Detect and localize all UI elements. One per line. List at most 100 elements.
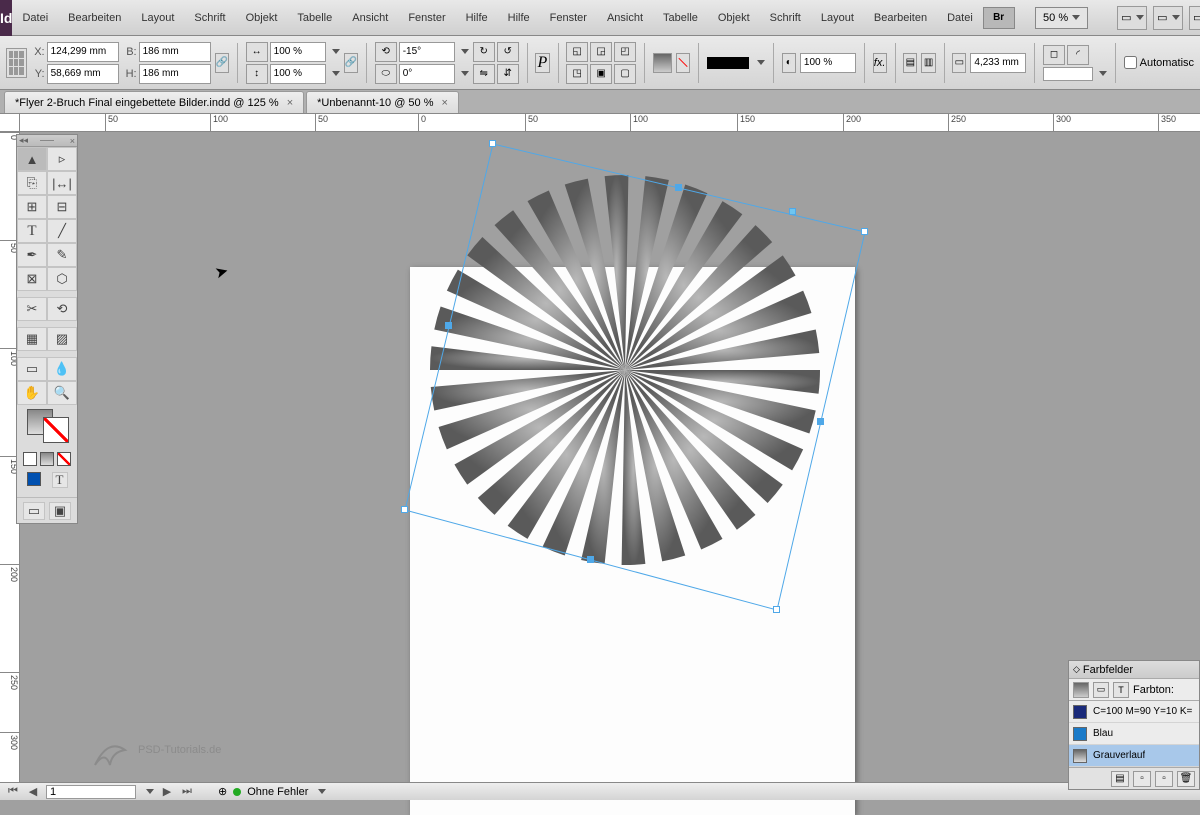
menu-hilfe[interactable]: Hilfe: [498, 0, 540, 36]
reference-point[interactable]: [6, 48, 27, 78]
stroke-weight-bar[interactable]: [707, 57, 750, 69]
auto-fit-checkbox[interactable]: Automatisc: [1124, 56, 1194, 69]
menu-layout[interactable]: Layout: [131, 0, 184, 36]
stroke-weight-input[interactable]: [970, 53, 1026, 73]
last-page-icon[interactable]: ⏭: [180, 785, 194, 799]
text-format-icon[interactable]: T: [1113, 682, 1129, 698]
stroke-style[interactable]: [1043, 67, 1093, 81]
delete-swatch-icon[interactable]: 🗑: [1177, 771, 1195, 787]
hand-tool[interactable]: ✋: [17, 381, 47, 405]
ruler-origin[interactable]: [0, 114, 20, 132]
prev-page-icon[interactable]: ◀: [26, 785, 40, 799]
effects-icon[interactable]: fx.: [873, 53, 887, 73]
x-input[interactable]: [47, 42, 119, 62]
gradient-fill-icon[interactable]: [40, 452, 54, 466]
menu-fenster[interactable]: Fenster: [540, 0, 597, 36]
menu-ansicht[interactable]: Ansicht: [342, 0, 398, 36]
gradient-swatch-tool[interactable]: ▦: [17, 327, 47, 351]
menu-schrift[interactable]: Schrift: [760, 0, 811, 36]
menu-layout[interactable]: Layout: [811, 0, 864, 36]
wrap-none-icon[interactable]: ▤: [903, 53, 917, 73]
corner-icon[interactable]: ◻: [1043, 45, 1065, 65]
swatch-row[interactable]: Blau: [1069, 723, 1199, 745]
screen-mode-button[interactable]: ▭: [1117, 6, 1147, 30]
content-collector-tool[interactable]: ⊞: [17, 195, 47, 219]
select-prev-icon[interactable]: ◰: [614, 42, 636, 62]
next-page-icon[interactable]: ▶: [160, 785, 174, 799]
apply-color-icon[interactable]: [27, 472, 41, 486]
fill-stroke-toggle[interactable]: [1073, 682, 1089, 698]
arrange-button[interactable]: ▭: [1153, 6, 1183, 30]
rectangle-frame-tool[interactable]: ⊠: [17, 267, 47, 291]
constrain-scale-icon[interactable]: 🔗: [344, 53, 358, 73]
tab-2[interactable]: *Unbenannt-10 @ 50 %×: [306, 91, 459, 113]
flip-v-icon[interactable]: ⇵: [497, 64, 519, 84]
select-container-icon[interactable]: ◱: [566, 42, 588, 62]
preflight-status[interactable]: Ohne Fehler: [247, 786, 308, 798]
gradient-feather-tool[interactable]: ▨: [47, 327, 77, 351]
menu-objekt[interactable]: Objekt: [236, 0, 288, 36]
tab-1[interactable]: *Flyer 2-Bruch Final eingebettete Bilder…: [4, 91, 304, 113]
menu-datei[interactable]: Datei: [937, 0, 983, 36]
rectangle-tool[interactable]: ⬡: [47, 267, 77, 291]
menu-objekt[interactable]: Objekt: [708, 0, 760, 36]
bridge-button[interactable]: Br: [983, 7, 1015, 29]
corner-round-icon[interactable]: ◜: [1067, 45, 1089, 65]
scale-x-input[interactable]: [270, 42, 326, 62]
swatch-options-icon[interactable]: ▤: [1111, 771, 1129, 787]
close-icon[interactable]: ×: [442, 97, 448, 109]
first-page-icon[interactable]: ⏮: [6, 785, 20, 799]
shear-input[interactable]: [399, 64, 455, 84]
selection-tool[interactable]: ▲: [17, 147, 47, 171]
scale-y-input[interactable]: [270, 64, 326, 84]
selection-handle[interactable]: [489, 140, 496, 147]
zoom-level[interactable]: 50 %: [1035, 7, 1088, 29]
rotate-ccw-icon[interactable]: ↺: [497, 42, 519, 62]
horizontal-ruler[interactable]: 5010050050100150200250300350: [20, 114, 1200, 132]
formatting-text-icon[interactable]: T: [52, 472, 68, 488]
stroke-color[interactable]: [43, 417, 69, 443]
view-mode-preview[interactable]: ▣: [49, 502, 71, 520]
wrap-bbox-icon[interactable]: ▥: [921, 53, 935, 73]
eyedropper-tool[interactable]: 💧: [47, 357, 77, 381]
rotate-cw-icon[interactable]: ↻: [473, 42, 495, 62]
opacity-input[interactable]: [800, 53, 856, 73]
menu-bearbeiten[interactable]: Bearbeiten: [864, 0, 937, 36]
canvas[interactable]: PSD-Tutorials.de: [20, 132, 1200, 790]
menu-hilfe[interactable]: Hilfe: [456, 0, 498, 36]
close-icon[interactable]: ×: [287, 97, 293, 109]
new-swatch-2-icon[interactable]: ▫: [1155, 771, 1173, 787]
fill-swatch[interactable]: [653, 53, 672, 73]
swatch-row[interactable]: Grauverlauf: [1069, 745, 1199, 767]
gap-tool[interactable]: |↔|: [47, 171, 77, 195]
menu-tabelle[interactable]: Tabelle: [287, 0, 342, 36]
select-content-icon[interactable]: ◲: [590, 42, 612, 62]
h-input[interactable]: [139, 64, 211, 84]
line-tool[interactable]: ╱: [47, 219, 77, 243]
scissors-tool[interactable]: ✂: [17, 297, 47, 321]
selection-handle[interactable]: [861, 228, 868, 235]
menu-datei[interactable]: Datei: [12, 0, 58, 36]
swatch-row[interactable]: C=100 M=90 Y=10 K=: [1069, 701, 1199, 723]
select-child-icon[interactable]: ▢: [614, 64, 636, 84]
menu-tabelle[interactable]: Tabelle: [653, 0, 708, 36]
content-placer-tool[interactable]: ⊟: [47, 195, 77, 219]
open-icon[interactable]: ⊕: [218, 785, 227, 798]
sunburst-artwork[interactable]: [415, 160, 835, 580]
w-input[interactable]: [139, 42, 211, 62]
view-button[interactable]: ▭: [1189, 6, 1200, 30]
type-tool[interactable]: T: [17, 219, 47, 243]
page-number-input[interactable]: [46, 785, 136, 799]
selection-handle[interactable]: [401, 506, 408, 513]
menu-schrift[interactable]: Schrift: [184, 0, 235, 36]
flip-h-icon[interactable]: ⇋: [473, 64, 495, 84]
menu-bearbeiten[interactable]: Bearbeiten: [58, 0, 131, 36]
transform-tool[interactable]: ⟲: [47, 297, 77, 321]
direct-selection-tool[interactable]: ▹: [47, 147, 77, 171]
no-fill-icon[interactable]: [676, 53, 690, 73]
default-fill-icon[interactable]: [23, 452, 37, 466]
menu-ansicht[interactable]: Ansicht: [597, 0, 653, 36]
swatches-title[interactable]: ◇Farbfelder: [1069, 661, 1199, 679]
select-parent-icon[interactable]: ▣: [590, 64, 612, 84]
zoom-tool[interactable]: 🔍: [47, 381, 77, 405]
